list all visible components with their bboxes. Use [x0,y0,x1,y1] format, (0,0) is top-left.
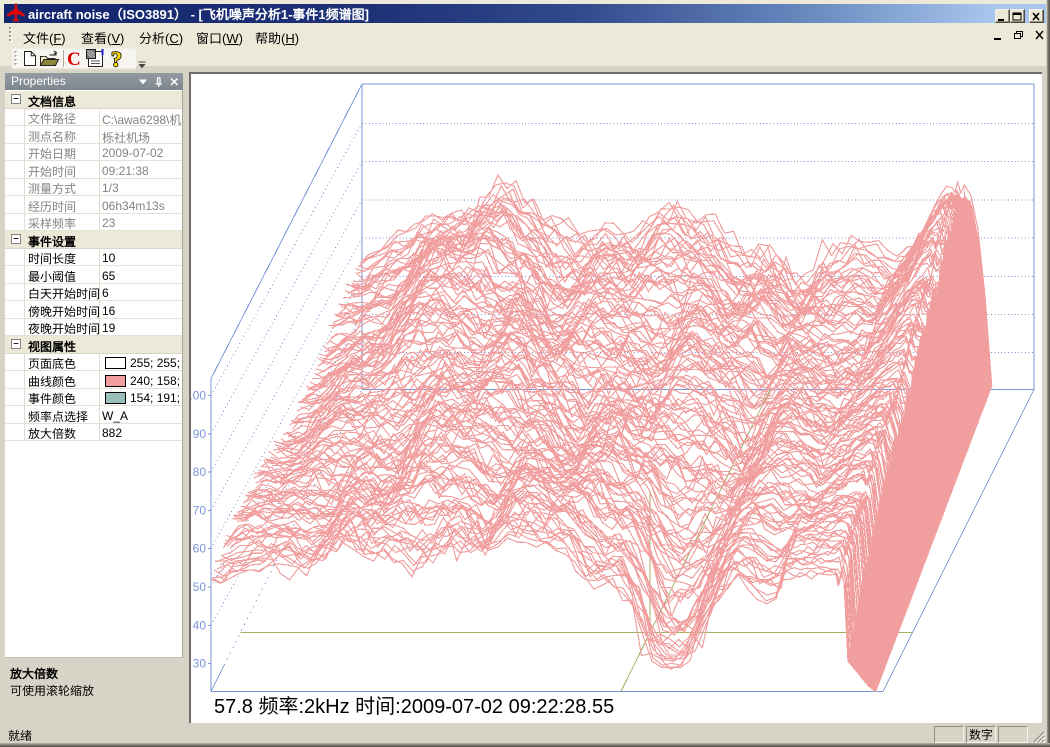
svg-text:?: ? [111,47,122,72]
svg-text:60: 60 [193,542,207,556]
svg-text:100: 100 [191,389,206,403]
svg-text:80: 80 [193,465,207,479]
svg-text:C: C [67,49,81,70]
svg-text:70: 70 [193,503,207,517]
svg-text:40: 40 [193,618,207,632]
svg-text:30: 30 [193,657,207,671]
svg-text:90: 90 [193,427,207,441]
svg-text:50: 50 [193,580,207,594]
